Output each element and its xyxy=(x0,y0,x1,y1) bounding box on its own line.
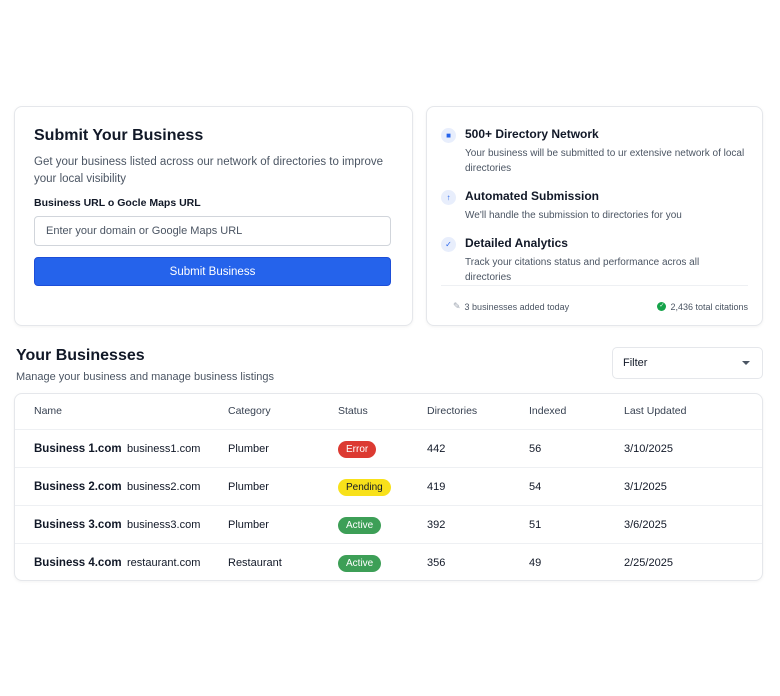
last-updated: 3/10/2025 xyxy=(624,443,673,455)
table-row[interactable]: Business 3.com business3.com Plumber Act… xyxy=(15,505,762,543)
business-category: Plumber xyxy=(228,481,269,493)
submit-business-button[interactable]: Submit Business xyxy=(34,257,391,286)
lock-icon: ■ xyxy=(441,128,456,143)
directories-count: 419 xyxy=(427,481,446,493)
last-updated: 2/25/2025 xyxy=(624,557,673,569)
status-cell: Pending xyxy=(338,468,391,506)
status-cell: Active xyxy=(338,506,382,544)
last-updated: 3/1/2025 xyxy=(624,481,667,493)
feature-description: Track your citations status and performa… xyxy=(465,257,700,283)
check-circle-icon: ✓ xyxy=(657,302,667,311)
indexed-count: 49 xyxy=(529,557,542,569)
filter-select[interactable]: Filter xyxy=(612,347,763,379)
status-badge: Active xyxy=(338,554,382,572)
indexed-count: 54 xyxy=(529,481,542,493)
chevron-down-icon xyxy=(742,361,750,365)
pencil-icon: ✎ xyxy=(453,301,461,311)
submit-description: Get your business listed across our netw… xyxy=(34,156,383,185)
businesses-subtitle: Manage your business and manage business… xyxy=(16,371,275,383)
business-name[interactable]: Business 2.com xyxy=(34,468,122,506)
check-icon: ✓ xyxy=(441,237,456,252)
arrow-up-icon: ↑ xyxy=(441,190,456,205)
table-row[interactable]: Business 4.com restaurant.com Restaurant… xyxy=(15,543,762,580)
column-header-name[interactable]: Name xyxy=(34,394,62,429)
feature-title: Detailed Analytics xyxy=(465,236,568,250)
feature-detailed-analytics: ✓ Detailed Analytics Track your citation… xyxy=(441,236,748,285)
status-badge: Active xyxy=(338,516,382,534)
status-badge: Error xyxy=(338,440,377,458)
indexed-count: 51 xyxy=(529,519,542,531)
business-category: Plumber xyxy=(228,519,269,531)
table-row[interactable]: Business 2.com business2.com Plumber Pen… xyxy=(15,467,762,505)
features-stats: ✎ 3 businesses added today ✓ 2,436 total… xyxy=(441,285,748,327)
business-name[interactable]: Business 4.com xyxy=(34,544,122,580)
filter-selected-value: Filter xyxy=(623,357,648,369)
features-card: ■ 500+ Directory Network Your business w… xyxy=(426,106,763,326)
status-badge: Pending xyxy=(338,478,391,496)
column-header-indexed[interactable]: Indexed xyxy=(529,394,566,429)
business-category: Restaurant xyxy=(228,557,282,569)
feature-title: Automated Submission xyxy=(465,189,600,203)
submit-business-card: Submit Your Business Get your business l… xyxy=(14,106,413,326)
column-header-last-updated[interactable]: Last Updated xyxy=(624,394,686,429)
column-header-category[interactable]: Category xyxy=(228,394,271,429)
stat-added-today-label: 3 businesses added today xyxy=(464,301,570,312)
business-name[interactable]: Business 3.com xyxy=(34,506,122,544)
feature-description: Your business will be submitted to ur ex… xyxy=(465,148,745,174)
table-header-row: Name Category Status Directories Indexed… xyxy=(15,394,762,429)
business-domain: business2.com xyxy=(127,481,201,493)
feature-automated-submission: ↑ Automated Submission We'll handle the … xyxy=(441,189,748,223)
business-name[interactable]: Business 1.com xyxy=(34,430,122,468)
feature-description: We'll handle the submission to directori… xyxy=(465,210,682,221)
business-domain: business1.com xyxy=(127,443,201,455)
indexed-count: 56 xyxy=(529,443,542,455)
last-updated: 3/6/2025 xyxy=(624,519,667,531)
business-domain: business3.com xyxy=(127,519,201,531)
business-category: Plumber xyxy=(228,443,269,455)
column-header-directories[interactable]: Directories xyxy=(427,394,477,429)
status-cell: Error xyxy=(338,430,377,468)
column-header-status[interactable]: Status xyxy=(338,394,368,429)
business-url-label: Business URL o Gocle Maps URL xyxy=(34,197,201,209)
feature-directory-network: ■ 500+ Directory Network Your business w… xyxy=(441,127,748,176)
directories-count: 392 xyxy=(427,519,446,531)
table-row[interactable]: Business 1.com business1.com Plumber Err… xyxy=(15,429,762,467)
stat-total-citations-label: 2,436 total citations xyxy=(670,301,748,312)
businesses-title: Your Businesses xyxy=(16,347,145,364)
directories-count: 356 xyxy=(427,557,446,569)
business-domain: restaurant.com xyxy=(127,557,201,569)
businesses-table: Name Category Status Directories Indexed… xyxy=(14,393,763,581)
business-url-input[interactable] xyxy=(34,216,391,246)
directories-count: 442 xyxy=(427,443,446,455)
submit-title: Submit Your Business xyxy=(34,127,204,144)
stat-total-citations: ✓ 2,436 total citations xyxy=(657,302,748,312)
feature-title: 500+ Directory Network xyxy=(465,127,599,141)
status-cell: Active xyxy=(338,544,382,580)
stat-added-today: ✎ 3 businesses added today xyxy=(453,301,569,312)
